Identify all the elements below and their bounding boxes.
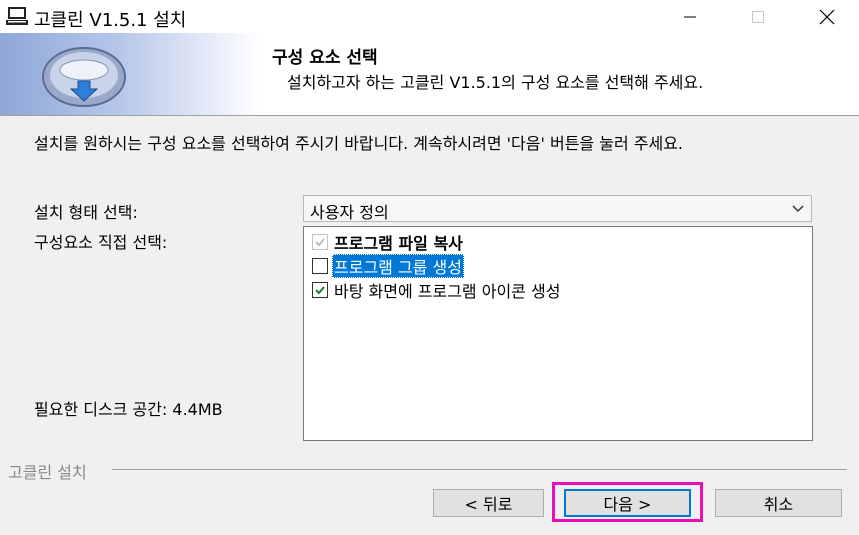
component-item-copy-files: 프로그램 파일 복사 bbox=[312, 231, 465, 253]
installer-logo-icon bbox=[42, 47, 126, 107]
cancel-button[interactable]: 취소 bbox=[715, 489, 842, 517]
disk-space-text: 필요한 디스크 공간: 4.4MB bbox=[34, 400, 223, 419]
components-list[interactable]: 프로그램 파일 복사 프로그램 그룹 생성 바탕 화면에 프로그램 아이콘 생성 bbox=[303, 226, 813, 441]
page-title: 구성 요소 선택 bbox=[272, 48, 378, 68]
window-title: 고클린 V1.5.1 설치 bbox=[34, 10, 187, 31]
wizard-header: 구성 요소 선택 설치하고자 하는 고클린 V1.5.1의 구성 요소를 선택해… bbox=[0, 33, 859, 116]
close-button[interactable] bbox=[804, 0, 850, 33]
page-subtitle: 설치하고자 하는 고클린 V1.5.1의 구성 요소를 선택해 주세요. bbox=[287, 73, 704, 92]
component-label: 프로그램 그룹 생성 bbox=[332, 254, 464, 278]
computer-icon bbox=[6, 7, 28, 25]
checkbox-program-group[interactable] bbox=[312, 258, 328, 274]
title-bar: 고클린 V1.5.1 설치 bbox=[0, 0, 859, 33]
intro-text: 설치를 원하시는 구성 요소를 선택하여 주시기 바랍니다. 계속하시려면 '다… bbox=[34, 134, 683, 153]
close-icon bbox=[819, 9, 835, 24]
highlight-box bbox=[552, 482, 703, 522]
maximize-icon bbox=[752, 10, 764, 23]
chevron-down-icon bbox=[792, 205, 804, 213]
brand-text: 고클린 설치 bbox=[8, 463, 87, 482]
component-label: 바탕 화면에 프로그램 아이콘 생성 bbox=[334, 282, 561, 301]
minimize-button[interactable] bbox=[667, 0, 713, 33]
install-type-label: 설치 형태 선택: bbox=[34, 203, 138, 222]
check-icon bbox=[315, 238, 325, 247]
component-label: 프로그램 파일 복사 bbox=[334, 234, 463, 253]
back-button[interactable]: < 뒤로 bbox=[433, 489, 544, 517]
install-type-value: 사용자 정의 bbox=[310, 203, 389, 222]
component-item-desktop-icon[interactable]: 바탕 화면에 프로그램 아이콘 생성 bbox=[312, 279, 562, 301]
maximize-button bbox=[735, 0, 781, 33]
checkbox-desktop-icon[interactable] bbox=[312, 282, 328, 298]
minimize-icon bbox=[684, 16, 696, 17]
checkbox-copy-files bbox=[312, 234, 328, 250]
divider bbox=[112, 469, 847, 470]
components-label: 구성요소 직접 선택: bbox=[34, 233, 168, 252]
check-icon bbox=[315, 286, 325, 295]
install-type-select[interactable]: 사용자 정의 bbox=[303, 195, 812, 222]
component-item-program-group[interactable]: 프로그램 그룹 생성 bbox=[312, 254, 464, 278]
